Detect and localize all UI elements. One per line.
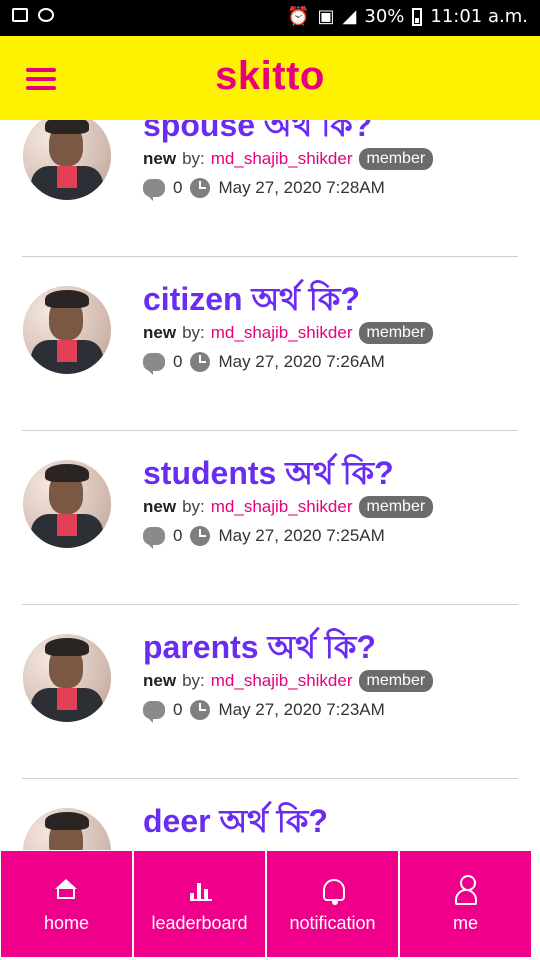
post-meta: new by: md_shajib_shikder member [143, 670, 434, 692]
post-stats: 0 May 27, 2020 7:23AM [143, 700, 385, 723]
post-card[interactable]: citizen অর্থ কি? new by: md_shajib_shikd… [22, 256, 518, 431]
nav-label: notification [289, 913, 376, 933]
by-label: by: [182, 497, 205, 516]
author-link[interactable]: md_shajib_shikder [211, 497, 353, 517]
by-label: by: [182, 149, 205, 168]
post-title[interactable]: students অর্থ কি? [143, 448, 394, 502]
sim-icon: ▣ [317, 6, 335, 27]
comment-count: 0 [173, 178, 183, 197]
nav-label: me [452, 913, 478, 933]
clock-icon [190, 178, 211, 198]
post-date: May 27, 2020 7:28AM [218, 178, 385, 197]
user-icon [455, 875, 479, 907]
bell-icon [323, 879, 345, 905]
author-link[interactable]: md_shajib_shikder [211, 149, 353, 169]
post-date: May 27, 2020 7:26AM [218, 352, 385, 371]
chrome-icon [38, 8, 54, 22]
nav-label: leaderboard [151, 913, 248, 933]
avatar[interactable] [23, 634, 111, 722]
post-meta: new by: md_shajib_shikder member [143, 496, 434, 518]
bottom-navigation: home leaderboard notification me [0, 850, 540, 960]
avatar[interactable] [23, 286, 111, 374]
nav-home[interactable]: home [0, 850, 133, 958]
status-bar: ⏰ ▣ ◢ 30% 11:01 a.m. [0, 0, 540, 36]
avatar[interactable] [23, 808, 111, 850]
by-label: by: [182, 671, 205, 690]
battery-text: 30% [364, 6, 405, 27]
author-link[interactable]: md_shajib_shikder [211, 323, 353, 343]
post-card[interactable]: spouse অর্থ কি? new by: md_shajib_shikde… [22, 120, 518, 257]
post-card[interactable]: deer অর্থ কি? [22, 778, 518, 850]
nav-leaderboard[interactable]: leaderboard [133, 850, 266, 958]
status-left-icons [12, 8, 54, 22]
role-badge: member [358, 322, 434, 344]
comment-icon [143, 353, 165, 375]
post-meta: new by: md_shajib_shikder member [143, 148, 434, 170]
app-header: skitto [0, 36, 540, 120]
leaderboard-icon [190, 881, 214, 901]
post-date: May 27, 2020 7:23AM [218, 700, 385, 719]
comment-count: 0 [173, 700, 183, 719]
role-badge: member [358, 148, 434, 170]
comment-icon [143, 527, 165, 549]
role-badge: member [358, 670, 434, 692]
comment-icon [143, 701, 165, 723]
post-feed[interactable]: spouse অর্থ কি? new by: md_shajib_shikde… [0, 120, 540, 850]
avatar[interactable] [23, 120, 111, 200]
battery-icon [412, 7, 423, 26]
nav-me[interactable]: me [399, 850, 532, 958]
comment-icon [143, 179, 165, 201]
clock-icon [190, 526, 211, 546]
author-link[interactable]: md_shajib_shikder [211, 671, 353, 691]
by-label: by: [182, 323, 205, 342]
avatar[interactable] [23, 460, 111, 548]
post-status: new [143, 323, 177, 342]
post-date: May 27, 2020 7:25AM [218, 526, 385, 545]
comment-count: 0 [173, 352, 183, 371]
post-stats: 0 May 27, 2020 7:26AM [143, 352, 385, 375]
home-icon [55, 879, 77, 899]
post-card[interactable]: students অর্থ কি? new by: md_shajib_shik… [22, 430, 518, 605]
comment-count: 0 [173, 526, 183, 545]
clock-icon [190, 352, 211, 372]
post-stats: 0 May 27, 2020 7:28AM [143, 178, 385, 201]
nav-label: home [43, 913, 90, 933]
role-badge: member [358, 496, 434, 518]
gallery-icon [12, 8, 28, 22]
app-logo: skitto [215, 54, 325, 98]
nav-notification[interactable]: notification [266, 850, 399, 958]
post-title[interactable]: deer অর্থ কি? [143, 796, 328, 850]
post-status: new [143, 671, 177, 690]
post-title[interactable]: parents অর্থ কি? [143, 622, 376, 676]
status-time: 11:01 a.m. [430, 6, 528, 27]
signal-icon: ◢ [342, 6, 357, 27]
post-title[interactable]: citizen অর্থ কি? [143, 274, 360, 328]
clock-icon [190, 700, 211, 720]
post-status: new [143, 149, 177, 168]
post-status: new [143, 497, 177, 516]
status-right: ⏰ ▣ ◢ 30% 11:01 a.m. [287, 6, 528, 27]
post-card[interactable]: parents অর্থ কি? new by: md_shajib_shikd… [22, 604, 518, 779]
post-stats: 0 May 27, 2020 7:25AM [143, 526, 385, 549]
alarm-icon: ⏰ [287, 6, 310, 27]
post-meta: new by: md_shajib_shikder member [143, 322, 434, 344]
